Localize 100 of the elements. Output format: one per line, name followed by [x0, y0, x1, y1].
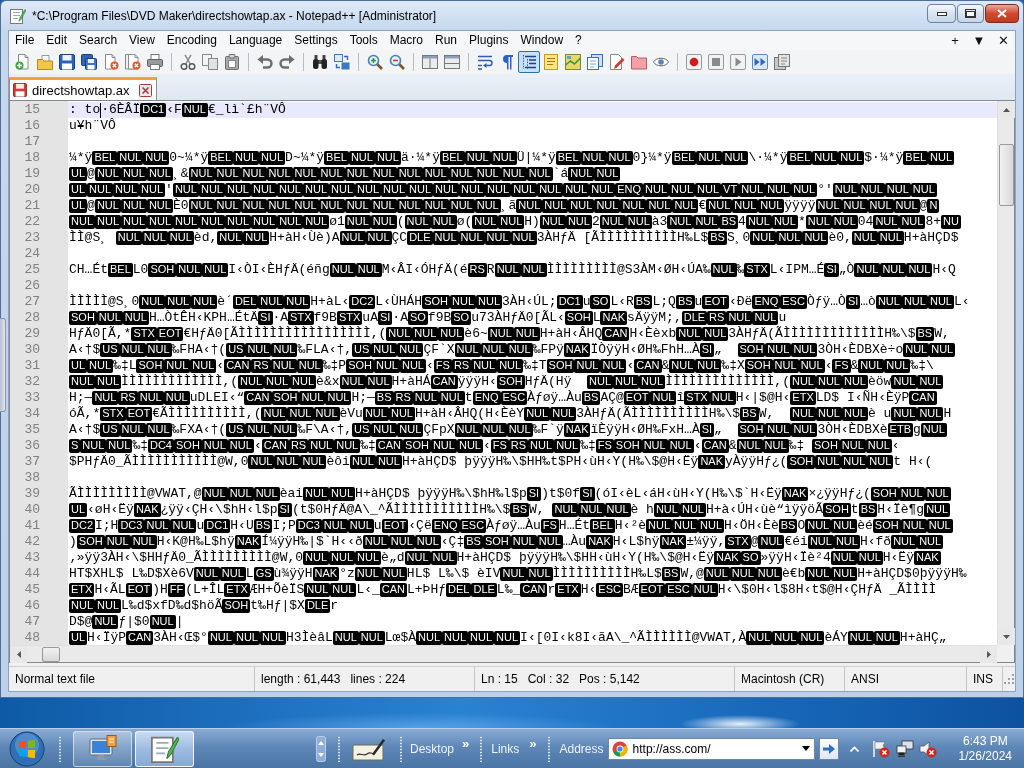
menu-control[interactable]: +: [943, 31, 967, 50]
binary-text: H;—: [69, 390, 93, 406]
binary-text: ‹: [824, 358, 833, 374]
toolbar-label[interactable]: Links: [491, 741, 520, 756]
control-char: STX: [725, 535, 751, 549]
line-number: 15: [23, 102, 41, 118]
taskbar-app-button[interactable]: [73, 730, 132, 767]
menu-item[interactable]: View: [123, 31, 161, 50]
control-char: NUL: [646, 519, 673, 533]
close-icon[interactable]: [138, 83, 152, 97]
go-button[interactable]: [818, 737, 839, 760]
play-button[interactable]: [727, 51, 749, 73]
control-char: US: [100, 343, 120, 357]
document-map-button[interactable]: [562, 51, 584, 73]
menu-item[interactable]: Settings: [288, 31, 344, 50]
control-char: NUL: [842, 375, 868, 389]
toolbar-label[interactable]: Desktop: [410, 741, 455, 756]
menu-item[interactable]: Run: [429, 31, 464, 50]
binary-text: »ÿÿH‹Ïè²4: [760, 550, 831, 566]
control-char: RS: [393, 391, 413, 405]
binary-text: H‹L$hÿ: [612, 534, 660, 550]
right-arrow-icon: [822, 743, 835, 754]
updown-arrows-icon[interactable]: [316, 735, 326, 762]
control-char: FS: [595, 439, 614, 453]
control-char: NAK: [914, 551, 941, 565]
control-char: NUL: [815, 407, 842, 421]
scrollbar-thumb[interactable]: [42, 646, 60, 662]
record-button[interactable]: [683, 51, 705, 73]
menu-control[interactable]: ✕: [991, 31, 1015, 50]
control-char: NUL: [459, 183, 486, 197]
replace-button[interactable]: [331, 51, 353, 73]
menu-item[interactable]: Language: [222, 31, 289, 50]
binary-text: ‰‡P: [322, 358, 347, 374]
control-char: NUL: [833, 535, 860, 549]
menu-item[interactable]: Edit: [40, 31, 74, 50]
control-char: NUL: [758, 535, 785, 549]
page-cross-icon: [103, 54, 119, 70]
close-button[interactable]: [985, 4, 1019, 23]
control-char: US: [352, 423, 372, 437]
control-char: NUL: [119, 423, 146, 437]
dropdown-caret-icon[interactable]: [801, 746, 810, 751]
control-char: SI: [258, 311, 273, 325]
control-char: NUL: [875, 295, 902, 309]
menu-item[interactable]: Search: [73, 31, 124, 50]
control-char: NUL: [750, 231, 777, 245]
control-char: NUL: [442, 631, 469, 645]
vertical-scrollbar[interactable]: [997, 101, 1014, 645]
control-char: NUL: [240, 199, 267, 213]
control-char: NUL: [386, 327, 413, 341]
save-macro-button[interactable]: [771, 51, 793, 73]
flag-icon[interactable]: [871, 739, 890, 758]
control-char: NUL: [87, 359, 114, 373]
speaker-icon[interactable]: [918, 739, 937, 758]
control-char: NUL: [746, 631, 773, 645]
status-text: Normal text file: [15, 672, 96, 686]
binary-text: ‹øH‹Ëÿ: [87, 502, 134, 518]
text-editor[interactable]: [9, 100, 1015, 663]
control-char: NUL: [485, 183, 512, 197]
control-char: BS: [661, 567, 681, 581]
binary-text: 8+: [925, 214, 942, 230]
copy-button[interactable]: [199, 51, 221, 73]
menu-item[interactable]: Macro: [383, 31, 429, 50]
file-tab[interactable]: directshowtap.ax: [9, 77, 157, 100]
scrollbar-thumb[interactable]: [998, 144, 1014, 206]
document-list-button[interactable]: [584, 51, 606, 73]
menu-control[interactable]: ▼: [967, 31, 991, 50]
network-computers-icon[interactable]: [895, 739, 914, 758]
save-all-button[interactable]: [78, 51, 100, 73]
minimize-button[interactable]: [927, 4, 956, 23]
control-char: SOH: [174, 439, 202, 453]
chevron-up-icon[interactable]: [849, 745, 859, 752]
maximize-button[interactable]: [957, 4, 984, 23]
menu-item[interactable]: File: [9, 31, 41, 50]
indent-guide-button[interactable]: [518, 51, 540, 73]
control-char: UL: [69, 183, 88, 197]
control-char: NUL: [370, 167, 397, 181]
control-char: NUL: [511, 183, 538, 197]
menu-item[interactable]: Encoding: [160, 31, 223, 50]
menu-item[interactable]: Window: [514, 31, 570, 50]
binoculars-icon: [312, 54, 328, 70]
control-char: ESC: [596, 583, 623, 597]
control-char: UL: [69, 167, 88, 181]
status-text: ANSI: [851, 672, 879, 686]
line-number: 16: [23, 118, 41, 134]
taskbar-app-button[interactable]: [135, 730, 194, 767]
menu-item[interactable]: ?: [569, 31, 588, 50]
clock-date[interactable]: 1/26/2024: [958, 748, 1012, 764]
menu-item[interactable]: Tools: [343, 31, 384, 50]
redo-arrow-icon: [279, 54, 295, 70]
horizontal-scrollbar[interactable]: [10, 645, 997, 662]
menu-item[interactable]: Plugins: [463, 31, 515, 50]
control-char: BEL: [787, 151, 813, 165]
control-char: NUL: [606, 151, 633, 165]
control-char: NUL: [498, 215, 525, 229]
control-char: NUL: [92, 391, 119, 405]
save-button[interactable]: [56, 51, 78, 73]
stop-button[interactable]: [705, 51, 727, 73]
play-multiple-button[interactable]: [749, 51, 771, 73]
print-button[interactable]: [144, 51, 166, 73]
address-field[interactable]: http://ass.com/: [607, 737, 815, 760]
